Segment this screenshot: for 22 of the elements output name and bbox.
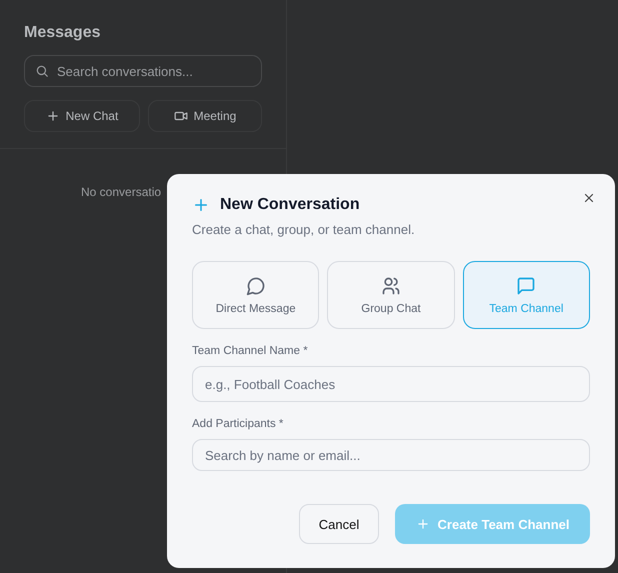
close-icon (582, 191, 596, 205)
plus-icon (46, 109, 60, 123)
plus-icon (416, 517, 430, 531)
people-icon (380, 276, 401, 296)
sidebar-title: Messages (24, 24, 102, 42)
search-icon (35, 64, 49, 78)
field-label: Add Participants * (192, 418, 284, 430)
sidebar-action-button[interactable]: New Chat (24, 100, 140, 132)
cancel-button[interactable]: Cancel (299, 504, 379, 544)
conversation-type-option[interactable]: Group Chat (327, 261, 455, 329)
plus-icon (192, 196, 210, 214)
conversation-type-option[interactable]: Direct Message (192, 261, 320, 329)
sidebar-action-button[interactable]: Meeting (148, 100, 262, 132)
input-field[interactable]: Search by name or email... (192, 439, 590, 471)
video-camera-icon (174, 109, 188, 123)
dialog-subtitle: Create a chat, group, or team channel. (192, 222, 416, 237)
search-field[interactable]: Search conversations... (24, 55, 262, 87)
dialog-title: New Conversation (220, 196, 360, 214)
input-field[interactable]: e.g., Football Coaches (192, 366, 590, 402)
field-label: Team Channel Name * (192, 345, 309, 357)
chat-bubble-icon (246, 276, 266, 296)
empty-state-text: No conversatio (80, 184, 162, 199)
